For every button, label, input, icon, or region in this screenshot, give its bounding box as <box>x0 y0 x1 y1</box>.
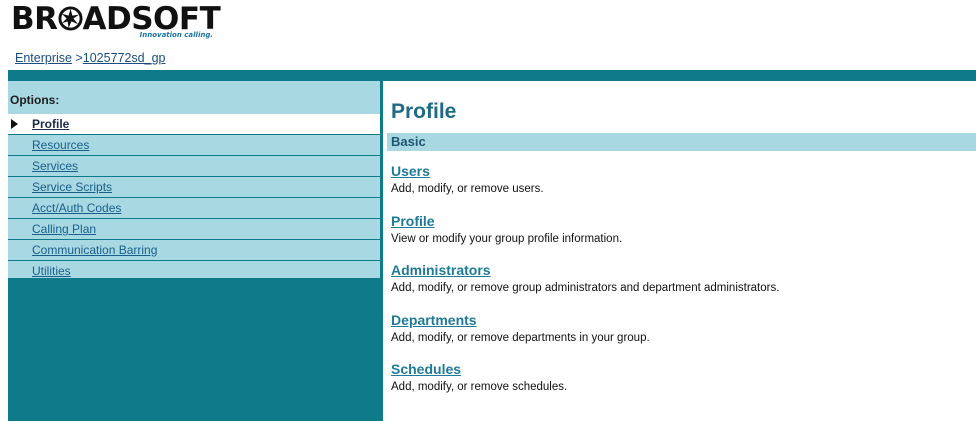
top-divider-bar <box>8 70 976 81</box>
item-description: View or modify your group profile inform… <box>391 233 623 245</box>
item-departments: Departments Add, modify, or remove depar… <box>391 312 650 345</box>
sidebar-item-label[interactable]: Utilities <box>32 261 71 281</box>
item-schedules: Schedules Add, modify, or remove schedul… <box>391 361 567 394</box>
breadcrumb-group-link[interactable]: 1025772sd_gp <box>83 51 166 65</box>
main-content: Profile Basic Users Add, modify, or remo… <box>383 81 976 421</box>
item-profile: Profile View or modify your group profil… <box>391 213 622 246</box>
item-description: Add, modify, or remove departments in yo… <box>391 332 650 344</box>
sidebar-item-label[interactable]: Communication Barring <box>32 240 157 260</box>
options-panel: Options: Profile Resources Services Serv… <box>8 81 380 282</box>
options-title: Options: <box>10 93 60 107</box>
breadcrumb: Enterprise >1025772sd_gp <box>15 51 166 65</box>
sidebar-item-calling-plan[interactable]: Calling Plan <box>8 219 380 240</box>
options-nav: Profile Resources Services Service Scrip… <box>8 114 380 282</box>
profile-link[interactable]: Profile <box>391 213 622 230</box>
administrators-link[interactable]: Administrators <box>391 262 779 279</box>
item-description: Add, modify, or remove group administrat… <box>391 282 780 294</box>
item-description: Add, modify, or remove schedules. <box>391 381 568 393</box>
sidebar-item-profile[interactable]: Profile <box>8 114 380 135</box>
departments-link[interactable]: Departments <box>391 312 650 329</box>
sidebar-item-services[interactable]: Services <box>8 156 380 177</box>
sidebar-item-service-scripts[interactable]: Service Scripts <box>8 177 380 198</box>
sidebar-item-acct-auth-codes[interactable]: Acct/Auth Codes <box>8 198 380 219</box>
sidebar: Options: Profile Resources Services Serv… <box>8 81 383 421</box>
section-header-basic: Basic <box>387 133 976 151</box>
current-page-arrow-icon <box>11 119 18 129</box>
item-administrators: Administrators Add, modify, or remove gr… <box>391 262 779 295</box>
breadcrumb-separator: > <box>71 51 83 65</box>
logo-tagline: Innovation calling. <box>139 31 213 39</box>
breadcrumb-enterprise-link[interactable]: Enterprise <box>15 51 72 65</box>
sidebar-item-label[interactable]: Services <box>32 156 78 176</box>
sidebar-item-label[interactable]: Profile <box>32 114 69 134</box>
broadsoft-logo: BR ADSOFT Innovation calling. <box>11 1 221 41</box>
item-users: Users Add, modify, or remove users. <box>391 163 544 196</box>
users-link[interactable]: Users <box>391 163 544 180</box>
schedules-link[interactable]: Schedules <box>391 361 567 378</box>
sidebar-item-communication-barring[interactable]: Communication Barring <box>8 240 380 261</box>
sidebar-item-label[interactable]: Service Scripts <box>32 177 112 197</box>
sidebar-item-resources[interactable]: Resources <box>8 135 380 156</box>
sidebar-item-label[interactable]: Calling Plan <box>32 219 96 239</box>
sidebar-item-label[interactable]: Resources <box>32 135 89 155</box>
sidebar-item-utilities[interactable]: Utilities <box>8 261 380 282</box>
sidebar-item-label[interactable]: Acct/Auth Codes <box>32 198 121 218</box>
section-title: Basic <box>391 134 426 149</box>
logo-star-icon <box>57 6 83 31</box>
page-title: Profile <box>391 100 457 123</box>
item-description: Add, modify, or remove users. <box>391 183 544 195</box>
